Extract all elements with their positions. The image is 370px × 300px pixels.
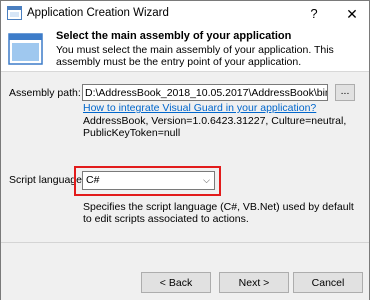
window-title: Application Creation Wizard [27,7,169,19]
wizard-footer: < Back Next > Cancel [1,242,369,300]
window-wizard-icon [8,33,43,65]
wizard-body: Assembly path: D:\AddressBook_2018_10.05… [1,72,369,242]
step-description: You must select the main assembly of you… [56,44,334,68]
integration-help-link[interactable]: How to integrate Visual Guard in your ap… [83,102,316,114]
chevron-down-icon: ⌵ [203,175,210,185]
script-language-description: Specifies the script language (C#, VB.Ne… [83,201,354,225]
cancel-button[interactable]: Cancel [293,272,363,293]
browse-button[interactable]: ... [335,84,355,101]
step-title: Select the main assembly of your applica… [56,30,292,42]
assembly-info-text: AddressBook, Version=1.0.6423.31227, Cul… [83,115,347,139]
script-language-value: C# [86,174,100,186]
title-bar: Application Creation Wizard ? ✕ [1,1,369,27]
help-button[interactable]: ? [302,4,326,24]
application-icon [7,6,22,20]
wizard-window: Application Creation Wizard ? ✕ Select t… [0,0,370,300]
next-button[interactable]: Next > [219,272,289,293]
wizard-header: Select the main assembly of your applica… [1,27,369,72]
back-button[interactable]: < Back [141,272,211,293]
assembly-path-input[interactable]: D:\AddressBook_2018_10.05.2017\AddressBo… [82,84,328,101]
script-language-select[interactable]: C# ⌵ [82,171,215,190]
assembly-path-label: Assembly path: [9,87,81,99]
close-button[interactable]: ✕ [340,4,364,24]
